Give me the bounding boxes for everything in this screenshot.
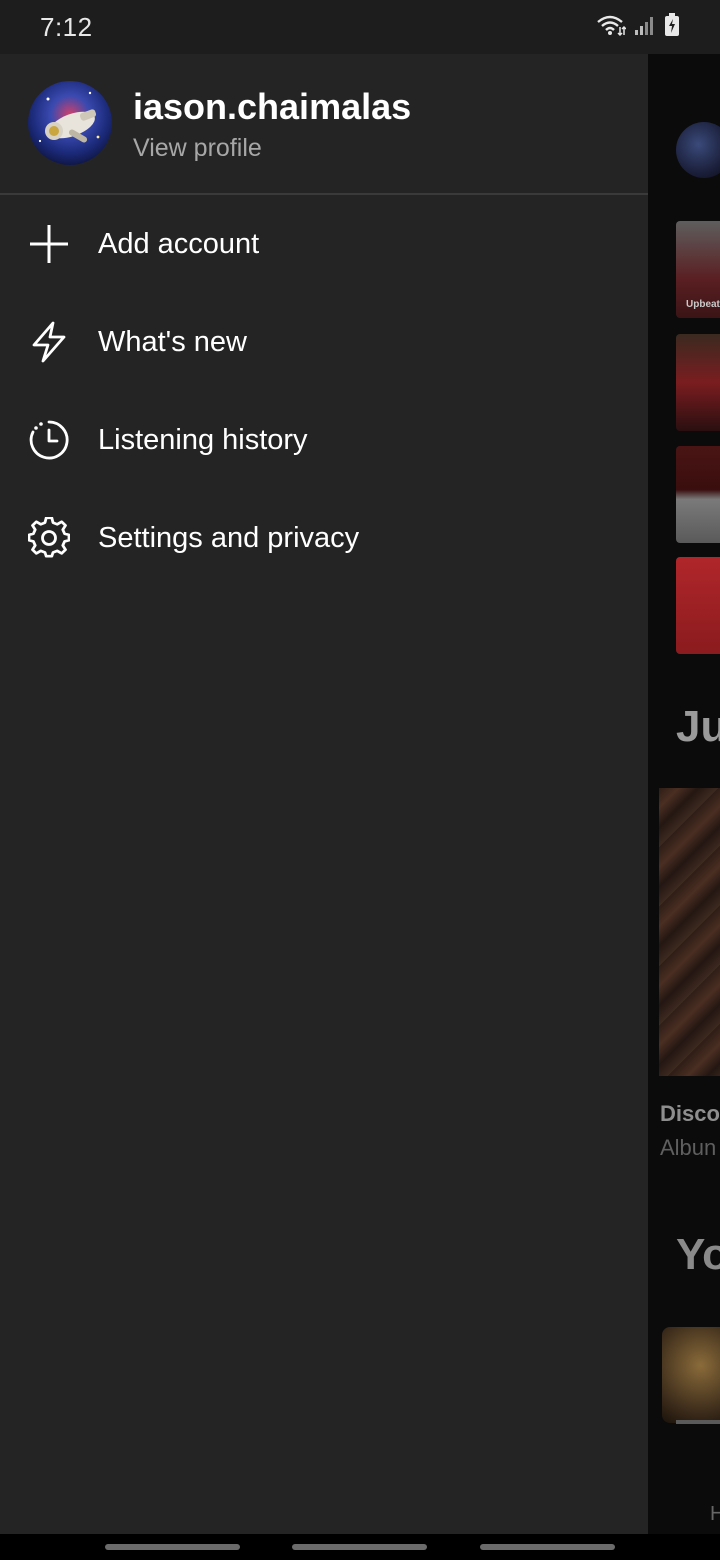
background-playlist-card: Upbeat (676, 221, 720, 318)
background-card-label: Upbeat (686, 299, 720, 310)
avatar[interactable] (28, 81, 112, 165)
menu-item-listening-history[interactable]: Listening history (0, 391, 648, 489)
status-bar: 7:12 (0, 0, 720, 54)
navigation-drawer: iason.chaimalas View profile Add account… (0, 54, 648, 1534)
background-progress-bar (676, 1420, 720, 1424)
lightning-icon (28, 321, 70, 363)
background-episode-art (662, 1327, 720, 1423)
status-icons (596, 12, 680, 42)
background-playlist-card (676, 446, 720, 543)
nav-recents-button[interactable] (105, 1544, 240, 1550)
menu-item-label: Listening history (98, 423, 308, 456)
battery-charging-icon (664, 12, 680, 42)
system-navigation-bar (0, 1534, 720, 1560)
status-time: 7:12 (40, 12, 93, 42)
menu-item-label: Add account (98, 227, 260, 260)
background-playlist-card (676, 334, 720, 431)
view-profile-link[interactable]: View profile (133, 134, 262, 163)
nav-home-button[interactable] (292, 1544, 427, 1550)
drawer-menu: Add account What's new Listening history… (0, 195, 648, 587)
background-album-title: Disco (660, 1101, 720, 1126)
menu-item-label: Settings and privacy (98, 521, 360, 554)
signal-icon (634, 14, 656, 41)
wifi-icon (596, 13, 627, 42)
menu-item-settings-and-privacy[interactable]: Settings and privacy (0, 489, 648, 587)
background-album-art (659, 788, 720, 1076)
profile-username: iason.chaimalas (133, 86, 412, 127)
menu-item-add-account[interactable]: Add account (0, 195, 648, 293)
profile-header[interactable]: iason.chaimalas View profile (0, 54, 648, 195)
background-playlist-card (676, 557, 720, 654)
background-album-subtitle: Albun (660, 1135, 717, 1160)
background-section-heading: Ju (676, 702, 720, 751)
nav-back-button[interactable] (480, 1544, 615, 1550)
plus-icon (28, 223, 70, 265)
history-clock-icon (28, 419, 70, 461)
menu-item-whats-new[interactable]: What's new (0, 293, 648, 391)
background-section-heading: Yo (676, 1230, 720, 1279)
gear-icon (27, 516, 71, 559)
background-text: H (710, 1503, 720, 1525)
menu-item-label: What's new (98, 325, 247, 358)
background-avatar (676, 122, 720, 178)
